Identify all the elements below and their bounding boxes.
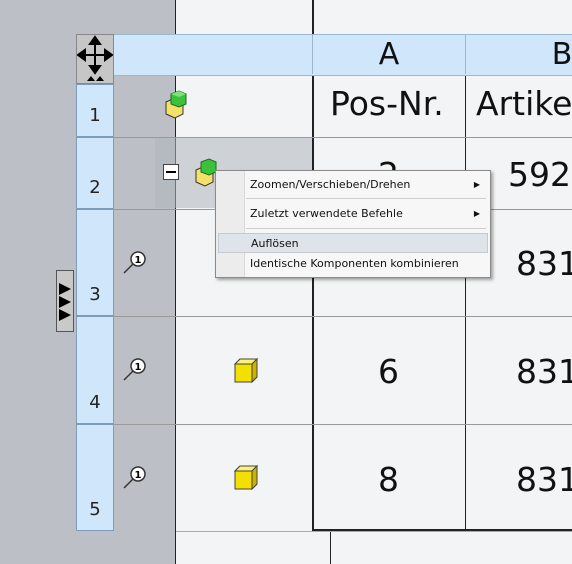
row-divider <box>114 316 572 317</box>
part-icon <box>233 357 259 384</box>
row-header-2[interactable]: 2 <box>76 137 114 209</box>
row-header-5[interactable]: 5 <box>76 424 114 531</box>
cell-r4-b[interactable]: 831 <box>516 352 572 391</box>
table-move-handle[interactable] <box>76 34 114 84</box>
svg-text:1: 1 <box>135 470 142 481</box>
submenu-arrow-icon: ▶ <box>473 179 480 189</box>
menu-separator <box>246 228 486 229</box>
menu-item-label: Identische Komponenten kombinieren <box>250 256 459 270</box>
menu-item-dissolve[interactable]: Auflösen <box>218 233 488 253</box>
menu-item-combine-identical[interactable]: Identische Komponenten kombinieren <box>218 253 488 273</box>
menu-separator <box>246 198 486 199</box>
row-header-3[interactable]: 3 <box>76 209 114 316</box>
column-header-b[interactable]: B <box>532 34 572 74</box>
submenu-arrow-icon: ▶ <box>473 208 480 218</box>
cell-r4-a[interactable]: 6 <box>378 352 399 391</box>
cell-r5-a[interactable]: 8 <box>378 460 399 499</box>
part-icon <box>233 464 259 491</box>
svg-text:1: 1 <box>135 362 142 373</box>
cell-r5-b[interactable]: 831 <box>516 460 572 499</box>
sheet-line <box>176 531 572 532</box>
balloon-icon: 1 <box>123 358 146 381</box>
collapse-button[interactable] <box>163 164 179 180</box>
menu-item-zoom-pan-rotate[interactable]: Zoomen/Verschieben/Drehen ▶ <box>218 174 488 194</box>
balloon-icon: 1 <box>123 251 146 274</box>
svg-text:1: 1 <box>135 255 142 266</box>
cell-r3-b[interactable]: 831 <box>516 244 572 283</box>
row-header-1[interactable]: 1 <box>76 84 114 137</box>
menu-item-label: Zuletzt verwendete Befehle <box>250 206 403 220</box>
menu-item-recent-commands[interactable]: Zuletzt verwendete Befehle ▶ <box>218 203 488 223</box>
sheet-line <box>330 531 331 564</box>
assembly-icon <box>165 90 187 119</box>
row-header-4[interactable]: 4 <box>76 316 114 424</box>
menu-item-label: Zoomen/Verschieben/Drehen <box>250 177 411 191</box>
column-header-a[interactable]: A <box>313 34 465 74</box>
menu-item-label: Auflösen <box>251 236 299 250</box>
row-divider <box>114 424 572 425</box>
triple-arrow-icon <box>59 283 71 321</box>
move-arrows-icon <box>76 35 114 81</box>
column-divider <box>465 34 466 530</box>
cell-r1-a[interactable]: Pos-Nr. <box>330 84 444 123</box>
cell-r2-b[interactable]: 5928 <box>508 155 572 194</box>
expand-columns-button[interactable] <box>56 270 74 332</box>
cell-r1-b[interactable]: Artike <box>476 84 572 123</box>
header-divider <box>465 34 466 74</box>
balloon-icon: 1 <box>123 466 146 489</box>
minus-icon <box>166 171 176 173</box>
context-menu: Zoomen/Verschieben/Drehen ▶ Zuletzt verw… <box>215 170 491 278</box>
